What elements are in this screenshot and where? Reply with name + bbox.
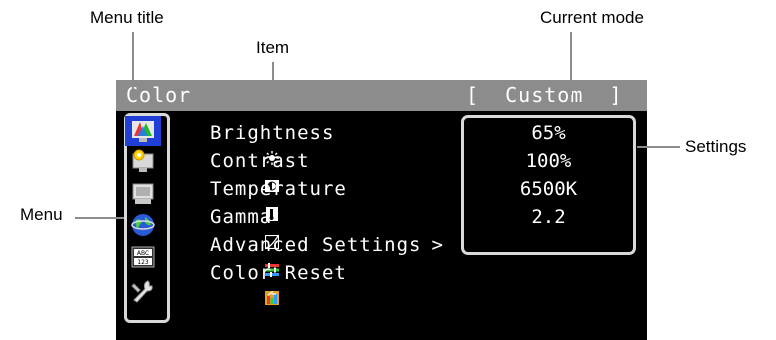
brightness-icon bbox=[190, 126, 279, 165]
item-color-reset[interactable]: Color Reset bbox=[190, 259, 347, 305]
item-label: Gamma bbox=[210, 206, 273, 228]
contrast-icon bbox=[190, 154, 279, 192]
item-label: Contrast bbox=[210, 150, 310, 172]
item-advanced-settings[interactable]: Advanced Settings > bbox=[190, 231, 444, 277]
callout-menu: Menu bbox=[20, 205, 63, 224]
menu-power-icon[interactable] bbox=[125, 178, 161, 208]
temperature-value: 6500K bbox=[519, 178, 578, 200]
menu-abc-123-icon[interactable]: ABC 123 bbox=[125, 242, 161, 272]
item-brightness[interactable]: Brightness bbox=[190, 119, 335, 165]
advanced-settings-icon bbox=[190, 238, 279, 277]
item-temperature[interactable]: Temperature bbox=[190, 175, 347, 221]
item-label: Advanced Settings bbox=[210, 234, 422, 256]
callout-menu-title: Menu title bbox=[90, 8, 164, 27]
menu-title: Color bbox=[126, 83, 192, 107]
callout-settings: Settings bbox=[685, 137, 747, 156]
item-contrast[interactable]: Contrast bbox=[190, 147, 310, 192]
item-gamma[interactable]: Gamma bbox=[190, 203, 279, 250]
menu-wrench-icon[interactable] bbox=[125, 276, 161, 306]
brightness-value: 65% bbox=[531, 122, 566, 144]
menu-globe-icon[interactable] bbox=[125, 210, 161, 240]
osd-title-bar: Color [ Custom ] bbox=[116, 80, 647, 111]
menu-color-icon[interactable] bbox=[125, 116, 161, 146]
color-reset-icon bbox=[190, 266, 279, 305]
svg-text:ABC: ABC bbox=[137, 250, 149, 257]
gamma-value: 2.2 bbox=[531, 206, 566, 228]
item-label: Color Reset bbox=[210, 262, 347, 284]
callout-current-mode: Current mode bbox=[540, 8, 644, 27]
item-label: Brightness bbox=[210, 122, 335, 144]
gamma-icon bbox=[190, 210, 279, 250]
osd-panel: Color [ Custom ] ABC 123 Brightness Cont… bbox=[116, 80, 647, 340]
callout-item: Item bbox=[256, 38, 290, 57]
menu-screen-icon[interactable] bbox=[125, 146, 161, 176]
contrast-value: 100% bbox=[525, 150, 572, 172]
item-label: Temperature bbox=[210, 178, 347, 200]
temperature-icon bbox=[190, 182, 278, 221]
svg-text:123: 123 bbox=[137, 259, 149, 266]
submenu-arrow-icon: > bbox=[431, 234, 444, 256]
current-mode: [ Custom ] bbox=[466, 83, 623, 107]
